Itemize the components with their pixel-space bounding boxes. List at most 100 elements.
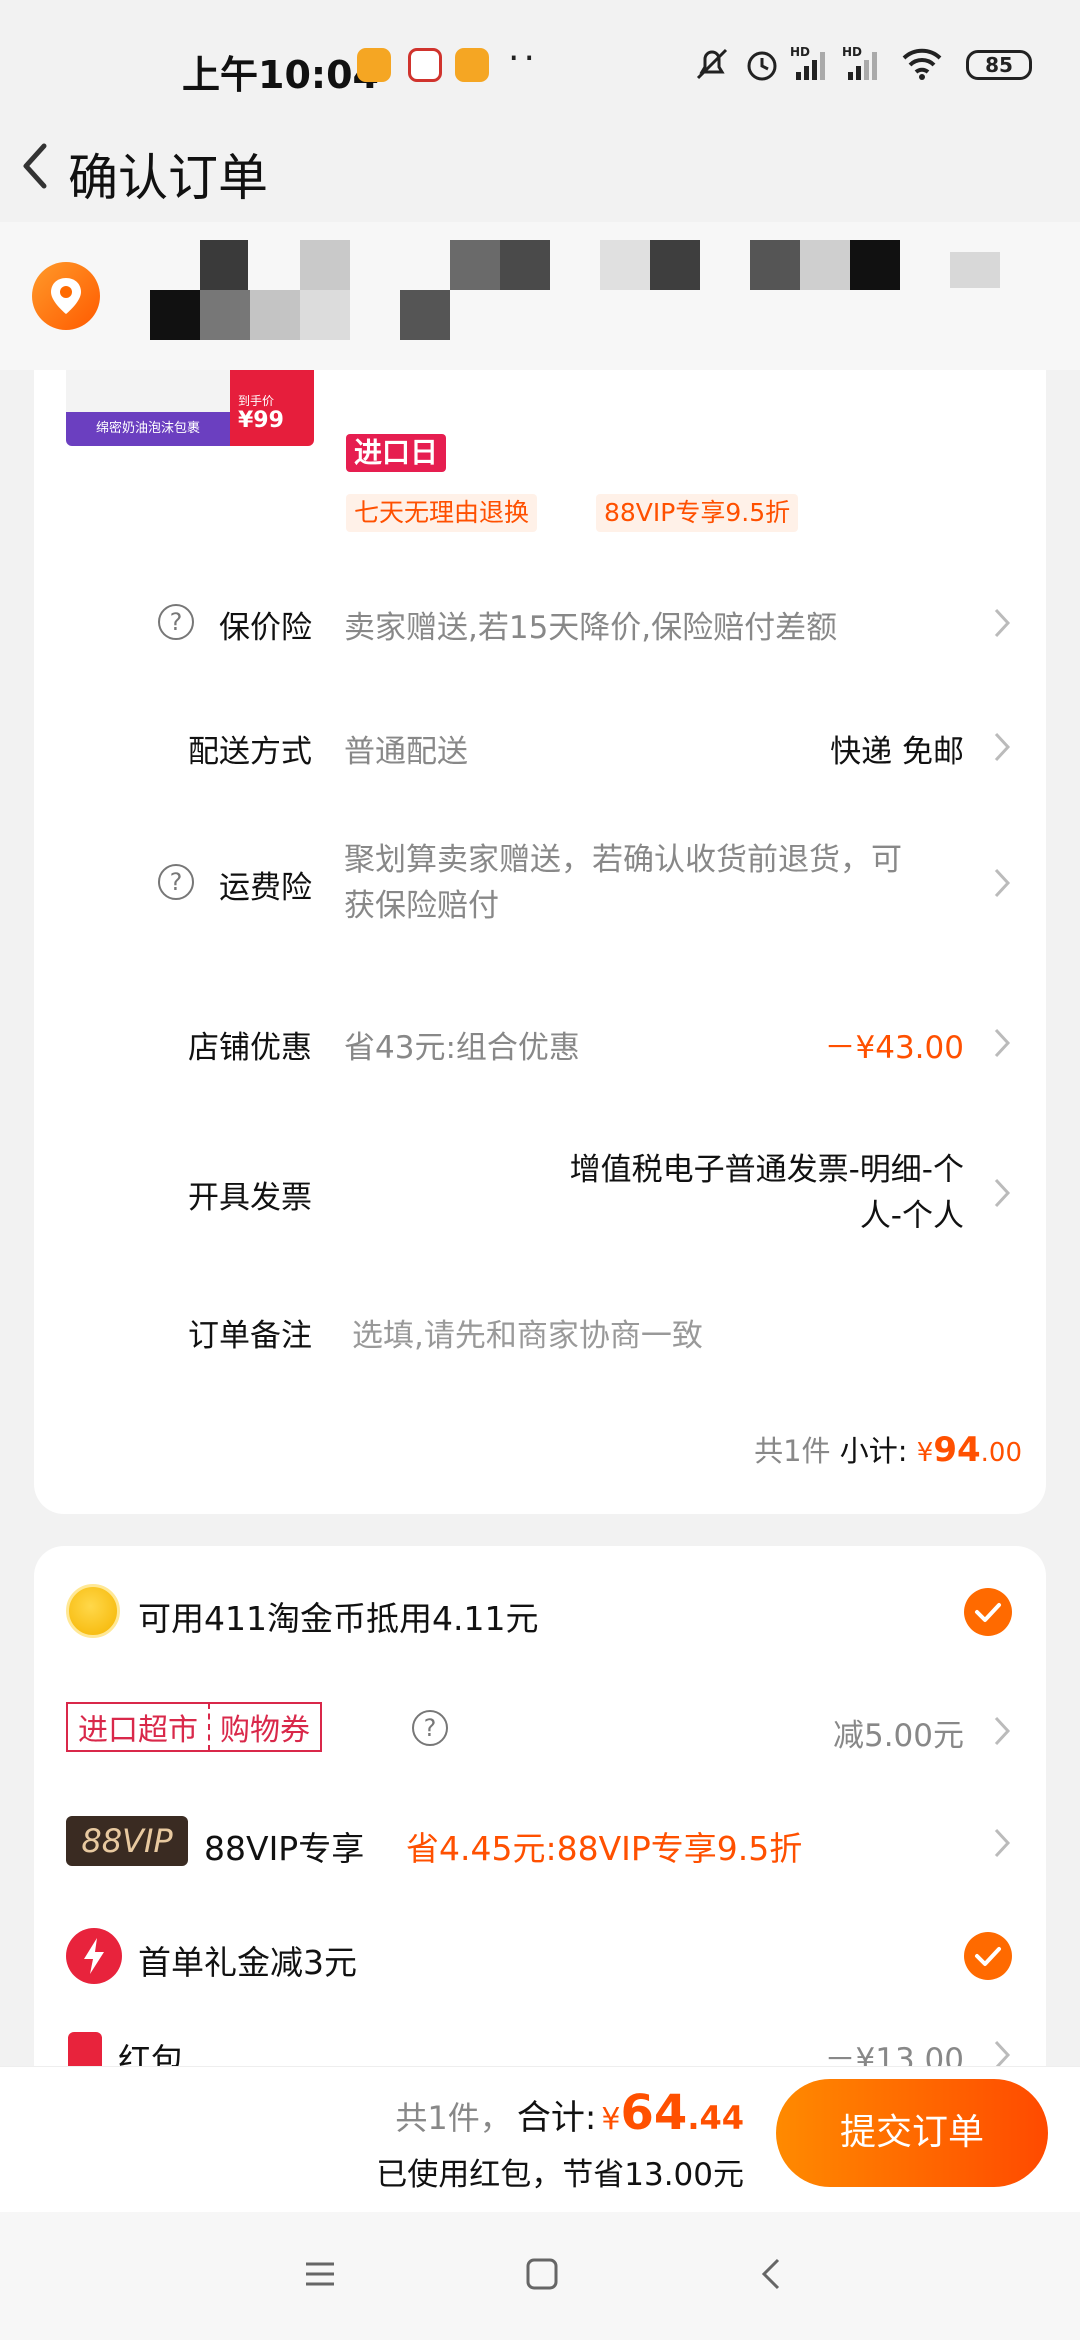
notification-icon-chat xyxy=(357,48,391,82)
page-title: 确认订单 xyxy=(68,149,268,207)
subtotal-decimal: .00 xyxy=(980,1438,1022,1468)
delivery-method-value: 普通配送 xyxy=(344,734,468,770)
total-currency: ¥ xyxy=(601,2102,621,2137)
import-day-tag: 进口日 xyxy=(346,434,447,472)
svg-text:HD: HD xyxy=(790,45,810,59)
coin-icon xyxy=(66,1584,120,1638)
vip-label: 88VIP专享 xyxy=(204,1829,365,1868)
status-time: 上午10:04 xyxy=(182,53,379,97)
subtotal: 共1件 小计: ¥94.00 xyxy=(754,1428,1022,1470)
return-policy-tag: 七天无理由退换 xyxy=(346,494,538,532)
red-packet-value: －¥13.00 xyxy=(824,2042,964,2066)
invoice-value-line2: 人-个人 xyxy=(859,1198,964,1234)
svg-text:HD: HD xyxy=(842,45,862,59)
invoice-row[interactable]: 开具发票 增值税电子普通发票-明细-个 人-个人 xyxy=(34,1144,1046,1244)
checkout-bar: 共1件， 合计: ¥64.44 已使用红包，节省13.00元 提交订单 xyxy=(0,2066,1080,2212)
back-arrow-icon[interactable] xyxy=(10,130,70,200)
chevron-right-icon xyxy=(994,1178,1011,1208)
taojinbi-row[interactable]: 可用411淘金币抵用4.11元 xyxy=(34,1572,1046,1652)
chevron-right-icon xyxy=(994,868,1011,898)
system-nav-bar xyxy=(0,2212,1080,2340)
import-supermarket-coupon-badge: 进口超市 购物券 xyxy=(66,1702,322,1752)
help-icon[interactable]: ? xyxy=(158,864,194,900)
shipping-insurance-label: 运费险 xyxy=(219,870,312,906)
coupon-badge-left: 进口超市 xyxy=(78,1713,198,1748)
signal-hd-icon-1: HD xyxy=(790,45,825,80)
location-pin-icon xyxy=(32,262,100,330)
product-thumbnail[interactable]: 绵密奶油泡沫包裹 到手价 ¥99 xyxy=(66,370,314,446)
store-discount-value: 省43元:组合优惠 xyxy=(344,1030,580,1066)
checkbox-checked-icon[interactable] xyxy=(964,1932,1012,1980)
chevron-right-icon xyxy=(994,1828,1011,1858)
total-summary: 共1件， 合计: ¥64.44 xyxy=(395,2085,744,2141)
total-integer: 64 xyxy=(620,2085,688,2141)
order-detail-card: 绵密奶油泡沫包裹 到手价 ¥99 进口日 七天无理由退换 88VIP专享9.5折… xyxy=(34,370,1046,1514)
coupon-row[interactable]: 进口超市 购物券 ? 减5.00元 xyxy=(34,1688,1046,1768)
chevron-right-icon xyxy=(994,732,1011,762)
notification-icon-message xyxy=(455,48,489,82)
chevron-right-icon xyxy=(994,2040,1011,2066)
store-discount-row[interactable]: 店铺优惠 省43元:组合优惠 －¥43.00 xyxy=(34,1012,1046,1072)
red-packet-row[interactable]: 红包 －¥13.00 xyxy=(34,2024,1046,2066)
store-discount-amount: －¥43.00 xyxy=(824,1030,964,1066)
vip-discount-row[interactable]: 88VIP 88VIP专享 省4.45元:88VIP专享9.5折 xyxy=(34,1802,1046,1882)
coupon-value: 减5.00元 xyxy=(832,1718,964,1754)
total-label: 合计: xyxy=(516,2098,597,2138)
chevron-right-icon xyxy=(994,1028,1011,1058)
thumbnail-price-label: 到手价 xyxy=(238,394,275,408)
battery-indicator: 85 xyxy=(966,50,1032,80)
help-icon[interactable]: ? xyxy=(412,1710,448,1746)
order-remark-label: 订单备注 xyxy=(188,1318,312,1354)
more-notifications-icon: ·· xyxy=(508,38,539,79)
chevron-right-icon xyxy=(994,608,1011,638)
menu-icon[interactable] xyxy=(302,2256,338,2292)
notification-icon-app xyxy=(408,48,442,82)
submit-order-button[interactable]: 提交订单 xyxy=(776,2079,1048,2187)
price-protection-label: 保价险 xyxy=(219,610,312,646)
price-protection-value: 卖家赠送,若15天降价,保险赔付差额 xyxy=(344,610,838,646)
help-icon[interactable]: ? xyxy=(158,604,194,640)
thumbnail-price-block: 到手价 ¥99 xyxy=(230,370,314,446)
wifi-icon xyxy=(902,48,942,80)
red-packet-label: 红包 xyxy=(118,2041,184,2066)
shipping-insurance-value-line2: 获保险赔付 xyxy=(344,888,499,924)
thumbnail-promo-text: 绵密奶油泡沫包裹 xyxy=(66,412,230,446)
invoice-label: 开具发票 xyxy=(188,1180,312,1216)
coupon-badge-right: 购物券 xyxy=(220,1713,310,1748)
chevron-right-icon xyxy=(994,1716,1011,1746)
vip-value: 省4.45元:88VIP专享9.5折 xyxy=(406,1829,803,1868)
total-decimal: .44 xyxy=(687,2099,744,2137)
price-protection-row[interactable]: ? 保价险 卖家赠送,若15天降价,保险赔付差额 xyxy=(34,592,1046,652)
signal-hd-icon-2: HD xyxy=(842,45,877,80)
subtotal-integer: 94 xyxy=(933,1430,981,1470)
store-discount-label: 店铺优惠 xyxy=(188,1030,312,1066)
red-packet-saving-note: 已使用红包，节省13.00元 xyxy=(376,2157,744,2193)
checkbox-checked-icon[interactable] xyxy=(964,1588,1012,1636)
lightning-icon xyxy=(66,1928,122,1984)
shipping-insurance-row[interactable]: ? 运费险 聚划算卖家赠送，若确认收货前退货，可 获保险赔付 xyxy=(34,834,1046,934)
first-order-gift-row[interactable]: 首单礼金减3元 xyxy=(34,1916,1046,1996)
invoice-value-line1: 增值税电子普通发票-明细-个 xyxy=(569,1152,964,1188)
order-remark-input[interactable]: 选填,请先和商家协商一致 xyxy=(352,1310,703,1355)
red-packet-icon xyxy=(68,2032,102,2066)
shipping-insurance-value-line1: 聚划算卖家赠送，若确认收货前退货，可 xyxy=(344,842,902,878)
page-header: 确认订单 xyxy=(0,110,1080,222)
shipping-address[interactable] xyxy=(0,222,1080,370)
vip-badge: 88VIP xyxy=(66,1816,188,1866)
vip-discount-tag: 88VIP专享9.5折 xyxy=(596,494,799,532)
subtotal-label: 小计: xyxy=(839,1434,908,1468)
first-order-gift-label: 首单礼金减3元 xyxy=(138,1943,357,1982)
delivery-method-row[interactable]: 配送方式 普通配送 快递 免邮 xyxy=(34,716,1046,776)
back-icon[interactable] xyxy=(754,2254,790,2294)
taojinbi-label: 可用411淘金币抵用4.11元 xyxy=(138,1599,539,1638)
subtotal-currency: ¥ xyxy=(916,1438,934,1468)
home-icon[interactable] xyxy=(524,2256,560,2292)
delivery-method-label: 配送方式 xyxy=(188,734,312,770)
mute-icon xyxy=(696,48,728,80)
total-count: 共1件， xyxy=(395,2099,512,2137)
delivery-fee: 快递 免邮 xyxy=(830,734,964,770)
order-remark-row[interactable]: 订单备注 选填,请先和商家协商一致 xyxy=(34,1300,1046,1360)
discounts-card: 可用411淘金币抵用4.11元 进口超市 购物券 ? 减5.00元 88VIP … xyxy=(34,1546,1046,2066)
alarm-icon xyxy=(747,51,777,81)
thumbnail-price: ¥99 xyxy=(238,408,284,433)
